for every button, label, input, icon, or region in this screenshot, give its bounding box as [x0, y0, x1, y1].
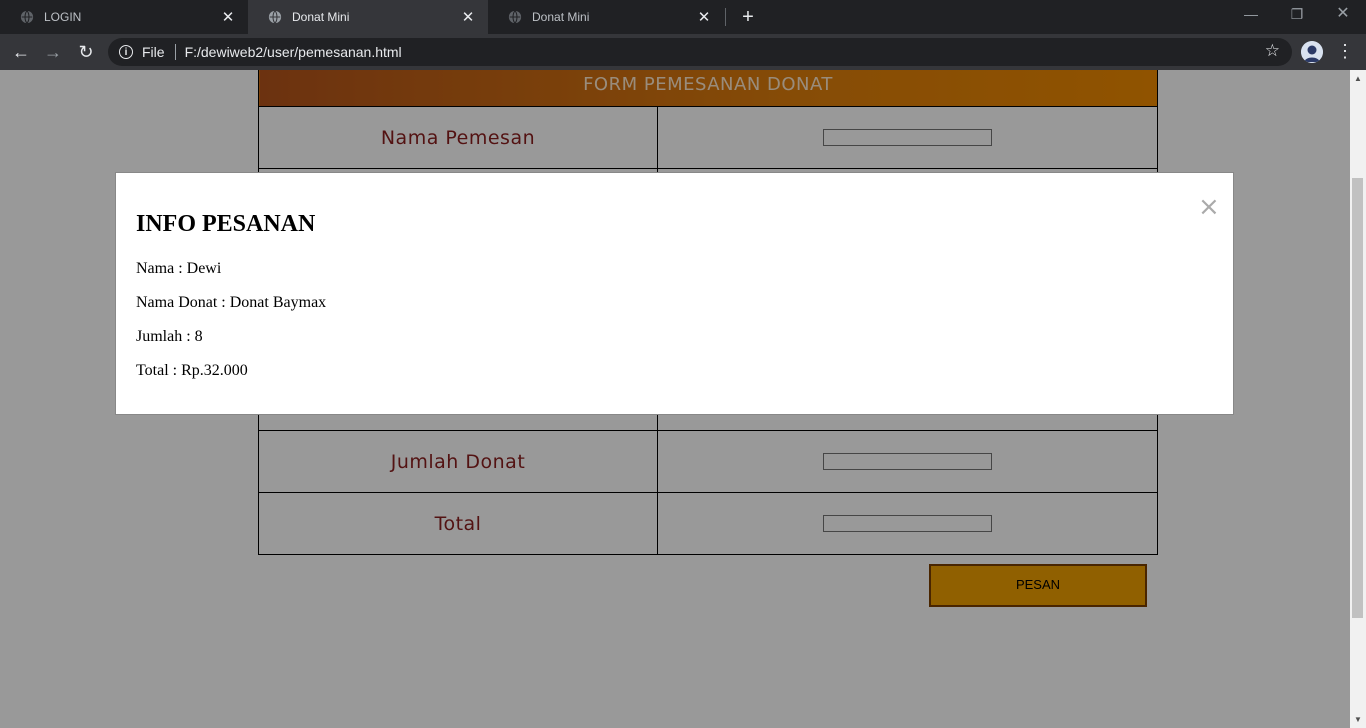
info-icon[interactable]: i	[119, 45, 133, 59]
tab-close-icon[interactable]: ✕	[696, 8, 712, 26]
tab-title: LOGIN	[44, 10, 82, 24]
tab-separator	[725, 8, 726, 26]
order-name-line: Nama : Dewi	[136, 260, 222, 277]
url-scheme: File	[142, 44, 165, 60]
avatar-icon	[1301, 41, 1323, 63]
page-content: FORM PEMESANAN DONAT Nama Pemesan Jumlah…	[0, 70, 1350, 728]
back-arrow-icon[interactable]: ←	[9, 40, 33, 64]
reload-icon[interactable]: ↻	[74, 40, 98, 64]
profile-avatar[interactable]	[1301, 41, 1323, 63]
tab-close-icon[interactable]: ✕	[460, 8, 476, 26]
tab-login[interactable]: LOGIN ✕	[0, 0, 248, 34]
restore-icon[interactable]: ❐	[1274, 0, 1320, 30]
minimize-icon[interactable]: —	[1228, 0, 1274, 30]
scroll-up-arrow-icon[interactable]: ▲	[1350, 70, 1366, 87]
kebab-menu-icon[interactable]: ⋮	[1336, 40, 1354, 64]
scroll-thumb[interactable]	[1352, 178, 1363, 618]
window-close-icon[interactable]: ✕	[1320, 0, 1366, 30]
tab-donat-mini[interactable]: Donat Mini ✕	[488, 0, 724, 34]
globe-icon	[20, 10, 34, 24]
bookmark-star-icon[interactable]: ☆	[1265, 41, 1280, 61]
new-tab-button[interactable]: +	[736, 5, 760, 29]
vertical-scrollbar[interactable]: ▲ ▼	[1350, 70, 1366, 728]
url-text[interactable]: F:/dewiweb2/user/pemesanan.html	[185, 44, 402, 60]
order-quantity-line: Jumlah : 8	[136, 328, 203, 345]
browser-toolbar: ← → ↻ i File F:/dewiweb2/user/pemesanan.…	[0, 34, 1366, 70]
modal-close-icon[interactable]: ×	[1198, 194, 1220, 220]
forward-arrow-icon[interactable]: →	[41, 40, 65, 64]
tab-close-icon[interactable]: ✕	[220, 8, 236, 26]
scroll-down-arrow-icon[interactable]: ▼	[1350, 711, 1366, 728]
page-viewport: FORM PEMESANAN DONAT Nama Pemesan Jumlah…	[0, 70, 1366, 728]
address-bar[interactable]: i File F:/dewiweb2/user/pemesanan.html ☆	[108, 38, 1292, 66]
tab-donat-mini-active[interactable]: Donat Mini ✕	[248, 0, 488, 34]
address-divider	[174, 44, 176, 60]
tab-title: Donat Mini	[532, 10, 590, 24]
modal-title: INFO PESANAN	[136, 211, 316, 237]
order-donut-line: Nama Donat : Donat Baymax	[136, 294, 327, 311]
tab-strip: LOGIN ✕ Donat Mini ✕ Donat Mini ✕ + — ❐ …	[0, 0, 1366, 34]
info-pesanan-modal: × INFO PESANAN Nama : Dewi Nama Donat : …	[115, 172, 1234, 415]
tab-title: Donat Mini	[292, 10, 350, 24]
globe-icon	[268, 10, 282, 24]
order-total-line: Total : Rp.32.000	[136, 362, 248, 379]
globe-icon	[508, 10, 522, 24]
